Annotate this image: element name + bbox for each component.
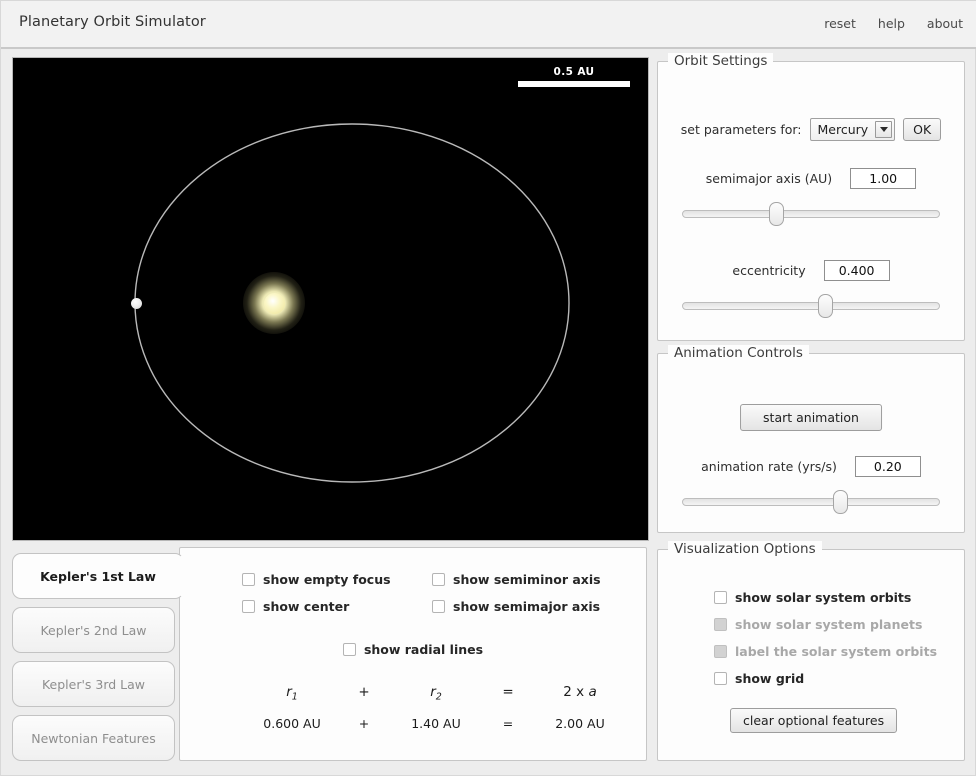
option-show-empty-focus[interactable]: show empty focus (242, 572, 432, 587)
scale-bar-line (518, 81, 630, 87)
eccentricity-label: eccentricity (732, 263, 806, 278)
radial-lines-row: show radial lines (180, 642, 646, 657)
tab-keplers-2nd-law[interactable]: Kepler's 2nd Law (12, 607, 175, 653)
orbit-settings-legend: Orbit Settings (668, 53, 774, 69)
equation-equals-value: = (502, 716, 514, 731)
clear-optional-features-button[interactable]: clear optional features (730, 708, 898, 733)
checkbox-icon[interactable] (242, 600, 255, 613)
first-law-option-grid: show empty focus show semiminor axis sho… (242, 572, 602, 614)
scale-bar: 0.5 AU (514, 66, 634, 87)
checkbox-icon (714, 645, 727, 658)
semimajor-axis-input[interactable] (850, 168, 917, 189)
orbit-canvas[interactable]: 0.5 AU (12, 57, 649, 541)
slider-thumb[interactable] (769, 202, 784, 226)
equation-value-row: 0.600 AU + 1.40 AU = 2.00 AU (246, 716, 604, 731)
set-parameters-label: set parameters for: (680, 122, 802, 137)
visualization-options-panel: Visualization Options show solar system … (657, 541, 965, 761)
eccentricity-slider[interactable] (682, 294, 940, 318)
application-window: Planetary Orbit Simulator reset help abo… (0, 0, 976, 776)
checkbox-icon[interactable] (432, 600, 445, 613)
reset-link[interactable]: reset (824, 16, 856, 31)
slider-track (682, 210, 940, 218)
equation-symbol-row: r1 + r2 = 2 x a (246, 684, 597, 703)
checkbox-icon (714, 618, 727, 631)
option-show-grid[interactable]: show grid (714, 671, 937, 686)
option-show-semiminor-axis[interactable]: show semiminor axis (432, 572, 602, 587)
eccentricity-input[interactable] (823, 260, 890, 281)
equation-term1-value: 0.600 AU (263, 716, 321, 731)
checkbox-icon[interactable] (242, 573, 255, 586)
animation-rate-label: animation rate (yrs/s) (701, 459, 837, 474)
option-show-radial-lines[interactable]: show radial lines (342, 642, 484, 657)
law-tab-list: Kepler's 1st Law Kepler's 2nd Law Kepler… (12, 553, 187, 761)
title-bar: Planetary Orbit Simulator reset help abo… (1, 1, 976, 49)
start-animation-button[interactable]: start animation (740, 404, 882, 431)
option-label: show semimajor axis (453, 599, 601, 614)
option-label: show grid (735, 671, 805, 686)
animation-rate-input[interactable] (854, 456, 921, 477)
option-label-the-solar-system-orbits: label the solar system orbits (714, 644, 937, 659)
option-label: show solar system planets (735, 617, 923, 632)
option-show-center[interactable]: show center (242, 599, 432, 614)
tab-keplers-1st-law[interactable]: Kepler's 1st Law (12, 553, 184, 599)
checkbox-icon[interactable] (714, 672, 727, 685)
semimajor-axis-slider[interactable] (682, 202, 940, 226)
animation-controls-panel: Animation Controls start animation anima… (657, 345, 965, 533)
equation-plus-symbol: + (358, 684, 370, 700)
tab-newtonian-features[interactable]: Newtonian Features (12, 715, 175, 761)
option-label: show solar system orbits (735, 590, 912, 605)
orbit-ellipse (134, 123, 570, 483)
orbit-settings-panel: Orbit Settings set parameters for: Mercu… (657, 53, 965, 341)
semimajor-axis-row: semimajor axis (AU) (680, 168, 942, 189)
equation-term2-value: 1.40 AU (411, 716, 461, 731)
scale-bar-label: 0.5 AU (553, 66, 595, 78)
option-show-solar-system-planets: show solar system planets (714, 617, 937, 632)
slider-track (682, 302, 940, 310)
slider-thumb[interactable] (833, 490, 848, 514)
ok-button[interactable]: OK (903, 118, 942, 141)
option-show-semimajor-axis[interactable]: show semimajor axis (432, 599, 602, 614)
sun-marker (263, 292, 285, 314)
option-show-solar-system-orbits[interactable]: show solar system orbits (714, 590, 937, 605)
option-label: show radial lines (363, 642, 484, 657)
set-parameters-row: set parameters for: Mercury OK (658, 118, 964, 141)
visualization-options-legend: Visualization Options (668, 541, 822, 557)
option-label: show semiminor axis (453, 572, 601, 587)
animation-rate-slider[interactable] (682, 490, 940, 514)
help-link[interactable]: help (878, 16, 905, 31)
animation-rate-row: animation rate (yrs/s) (680, 456, 942, 477)
slider-thumb[interactable] (818, 294, 833, 318)
orbit-ellipse-svg (134, 123, 570, 483)
animation-controls-legend: Animation Controls (668, 345, 809, 361)
equation-result-value: 2.00 AU (555, 716, 605, 731)
visualization-option-list: show solar system orbits show solar syst… (714, 590, 937, 686)
option-label: label the solar system orbits (735, 644, 938, 659)
planet-select[interactable]: Mercury (809, 118, 896, 141)
checkbox-icon[interactable] (432, 573, 445, 586)
equation-equals-symbol: = (502, 684, 514, 700)
page-title: Planetary Orbit Simulator (19, 14, 206, 30)
equation-plus-value: + (358, 716, 370, 731)
equation-result-symbol: 2 x a (563, 684, 597, 700)
semimajor-axis-label: semimajor axis (AU) (705, 171, 833, 186)
slider-track (682, 498, 940, 506)
equation-term2-symbol: r2 (430, 684, 442, 703)
chevron-down-icon[interactable] (875, 121, 893, 138)
checkbox-icon[interactable] (714, 591, 727, 604)
equation-term1-symbol: r1 (286, 684, 298, 703)
about-link[interactable]: about (927, 16, 963, 31)
option-label: show center (263, 599, 350, 614)
checkbox-icon[interactable] (342, 643, 356, 656)
eccentricity-row: eccentricity (680, 260, 942, 281)
header-link-group: reset help about (824, 16, 963, 31)
planet-marker[interactable] (130, 297, 142, 309)
option-label: show empty focus (263, 572, 391, 587)
planet-select-value: Mercury (817, 122, 869, 137)
tab-content-panel: show empty focus show semiminor axis sho… (179, 547, 647, 761)
tab-keplers-3rd-law[interactable]: Kepler's 3rd Law (12, 661, 175, 707)
